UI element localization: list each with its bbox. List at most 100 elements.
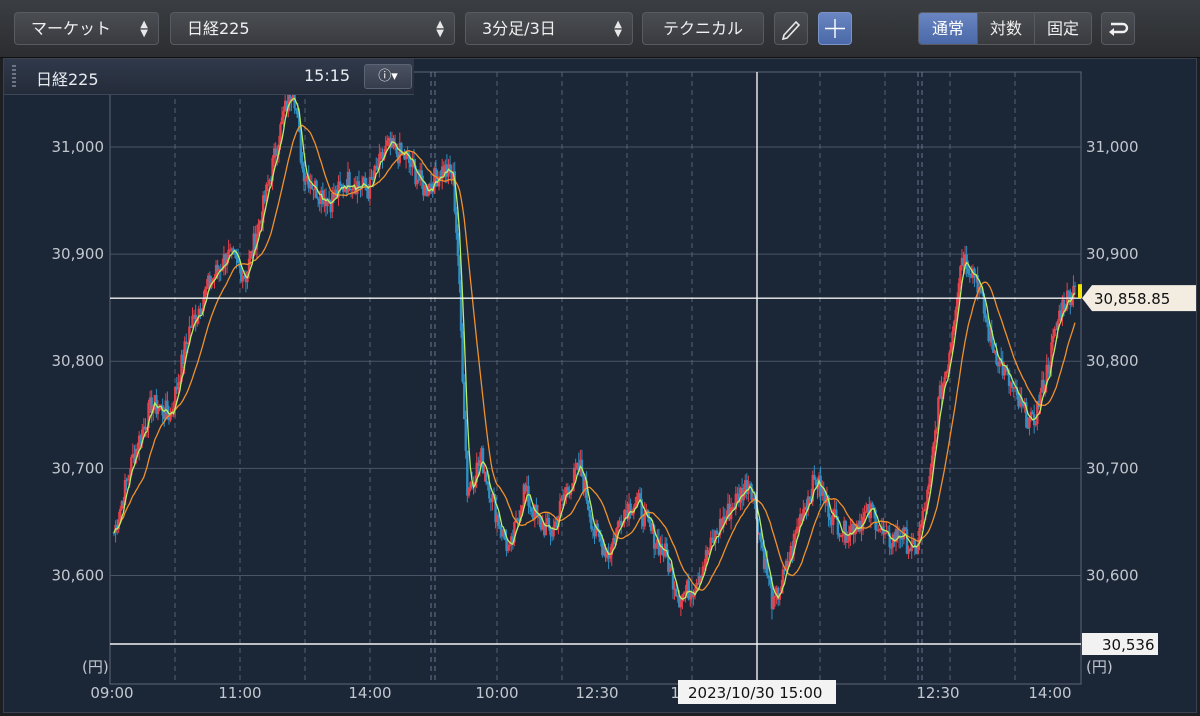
candle-up	[1034, 424, 1037, 426]
crosshair-time-label: 2023/10/30 15:00	[688, 684, 822, 702]
candle-down	[462, 381, 466, 420]
crosshair-price-tag: 30,858.85	[1082, 285, 1196, 312]
y-axis-right: 30,600 30,700 30,800 30,900 31,000	[1086, 138, 1139, 584]
candle-up	[846, 541, 849, 543]
candle-down	[484, 471, 488, 482]
candle-down	[530, 507, 533, 512]
low-price-tag: 30,536	[1082, 633, 1158, 655]
candle-down	[338, 181, 342, 185]
y-unit-label-right: (円)	[1086, 658, 1113, 676]
y-tick-label-left: 30,600	[52, 566, 105, 584]
candle-up	[609, 555, 612, 559]
candle-down	[984, 313, 987, 319]
x-tick-label: 10:00	[475, 684, 518, 702]
y-axis-left: 30,600 30,700 30,800 30,900 31,000	[52, 138, 105, 584]
candle-down	[587, 500, 590, 510]
y-unit-label-left: (円)	[82, 658, 109, 676]
y-tick-label-right: 30,900	[1086, 245, 1139, 263]
candle-down	[375, 165, 378, 168]
candle-up	[952, 321, 956, 332]
candle-up	[773, 595, 777, 597]
candle-up	[572, 467, 576, 484]
candle-up	[919, 524, 923, 528]
candle-up	[177, 382, 180, 390]
candle-up	[935, 429, 939, 431]
drag-grip-icon[interactable]	[12, 65, 16, 87]
candle-down	[985, 318, 989, 323]
candle-down	[499, 525, 502, 530]
y-tick-label-right: 30,800	[1086, 352, 1139, 370]
candle-up	[927, 483, 931, 490]
candle-down	[464, 419, 467, 451]
candle-down	[549, 527, 552, 536]
candle-down	[711, 537, 714, 540]
candle-down	[808, 496, 811, 500]
candle-up	[634, 503, 637, 508]
candle-up	[863, 512, 866, 517]
x-tick-label: 12:30	[575, 684, 618, 702]
candle-up	[266, 184, 270, 186]
plot-area	[109, 71, 1082, 685]
candle-down	[588, 509, 591, 518]
candle-down	[456, 232, 460, 257]
candle-up	[959, 266, 962, 284]
candle-up	[772, 596, 775, 610]
candle-up	[946, 369, 950, 372]
candle-down	[357, 181, 361, 186]
candle-up	[864, 511, 868, 513]
candle-down	[828, 517, 832, 520]
y-tick-label-right: 30,600	[1086, 566, 1139, 584]
y-tick-label-left: 30,700	[52, 459, 105, 477]
candle-up	[682, 592, 686, 595]
y-tick-label-left: 30,900	[52, 245, 105, 263]
candle-down	[481, 448, 485, 473]
candle-up	[841, 535, 844, 537]
price-chart[interactable]: 30,60030,70030,80030,90031,000 30,60030,…	[0, 0, 1200, 716]
candle-down	[590, 517, 593, 529]
candle-up	[692, 594, 695, 598]
candle-up	[630, 513, 634, 515]
candle-up	[616, 521, 620, 529]
info-icon: ⓘ▾	[378, 69, 398, 84]
candle-up	[932, 442, 935, 456]
candle-down	[638, 493, 642, 499]
candle-up	[205, 286, 208, 290]
candle-up	[156, 409, 160, 415]
candle-up	[635, 496, 639, 504]
low-price-label: 30,536	[1102, 636, 1155, 654]
candle-up	[282, 111, 285, 118]
candle-down	[844, 520, 847, 543]
candle-down	[967, 268, 970, 274]
candle-up	[467, 488, 471, 496]
candle-up	[506, 546, 510, 551]
candle-up	[951, 331, 954, 344]
candle-up	[304, 178, 307, 182]
candle-down	[429, 183, 433, 188]
info-menu-button[interactable]: ⓘ▾	[364, 64, 412, 89]
candle-up	[929, 467, 932, 484]
candle-up	[126, 478, 130, 481]
y-tick-label-left: 30,800	[52, 352, 105, 370]
candle-down	[813, 474, 816, 480]
chart-info-bar: 日経225 15:15 ⓘ▾	[4, 59, 414, 95]
candle-up	[883, 533, 887, 535]
candle-up	[847, 535, 851, 542]
candle-up	[1028, 417, 1031, 428]
x-tick-label: 09:00	[90, 684, 133, 702]
y-tick-label-right: 30,700	[1086, 459, 1139, 477]
info-symbol: 日経225	[36, 70, 99, 89]
candle-down	[236, 258, 240, 264]
candle-up	[794, 533, 797, 535]
candle-up	[945, 371, 948, 377]
last-price-marker	[1078, 284, 1082, 299]
candle-up	[956, 297, 959, 310]
candle-up	[921, 510, 924, 525]
candle-down	[814, 479, 818, 485]
candle-down	[767, 575, 770, 578]
candle-down	[1010, 382, 1014, 388]
candle-up	[280, 117, 284, 125]
candle-down	[599, 537, 602, 542]
crosshair-time-tag: 2023/10/30 15:00	[678, 680, 836, 704]
candle-down	[1031, 411, 1034, 415]
x-tick-label: 11:00	[218, 684, 261, 702]
